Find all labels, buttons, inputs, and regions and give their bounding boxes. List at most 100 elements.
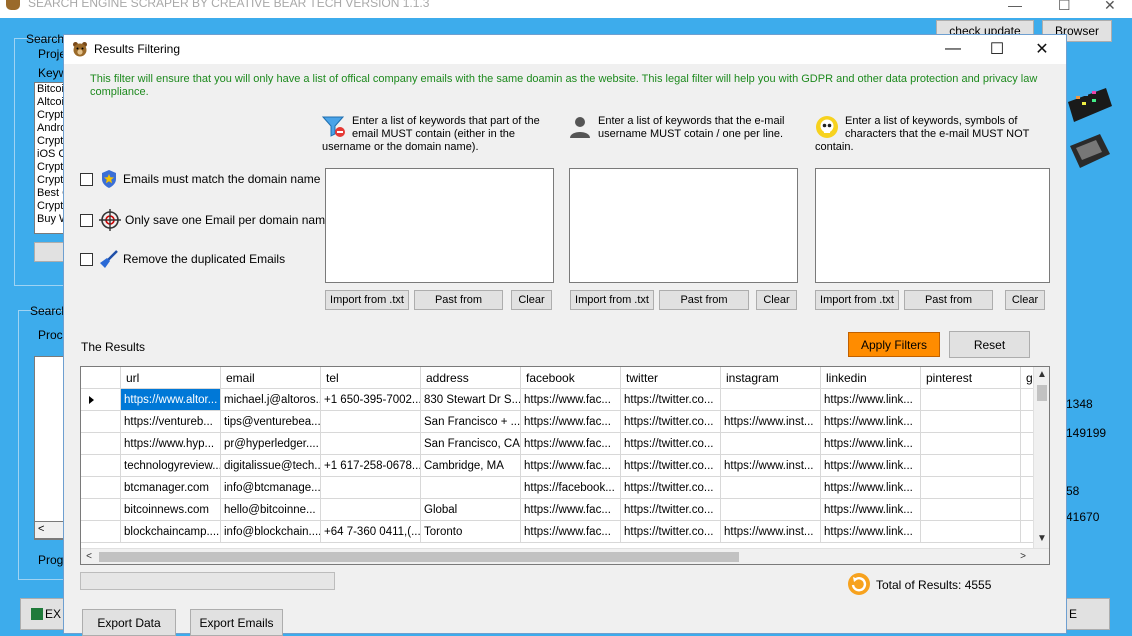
paste-button[interactable]: Past from: [659, 290, 749, 310]
table-row[interactable]: blockchaincamp.... info@blockchain.... +64…: [81, 521, 1049, 543]
import-txt-button[interactable]: Import from .txt: [570, 290, 654, 310]
bg-panel-button[interactable]: [34, 242, 64, 262]
keyword-list-item[interactable]: Crypto: [35, 174, 65, 187]
one-email-per-domain-option[interactable]: Only save one Email per domain name: [80, 209, 332, 231]
table-cell-twitter[interactable]: https://twitter.co...: [621, 433, 721, 455]
table-cell-url[interactable]: blockchaincamp....: [121, 521, 221, 543]
process-list[interactable]: [34, 356, 64, 540]
table-cell-facebook[interactable]: https://www.fac...: [521, 433, 621, 455]
table-cell-linkedin[interactable]: https://www.link...: [821, 411, 921, 433]
scroll-left-icon[interactable]: <: [81, 549, 97, 564]
export-excel-button[interactable]: EX: [20, 598, 64, 630]
keyword-list-item[interactable]: Best C: [35, 187, 65, 200]
table-cell-address[interactable]: [421, 477, 521, 499]
table-cell-twitter[interactable]: https://twitter.co...: [621, 389, 721, 411]
column-header-address[interactable]: address: [421, 367, 521, 389]
row-header[interactable]: [81, 477, 121, 499]
vertical-scroll-thumb[interactable]: [1037, 385, 1047, 401]
table-cell-tel[interactable]: [321, 433, 421, 455]
scroll-right-icon[interactable]: >: [1015, 549, 1031, 564]
row-header[interactable]: [81, 389, 121, 411]
reset-button[interactable]: Reset: [949, 331, 1030, 358]
table-cell-tel[interactable]: [321, 499, 421, 521]
table-cell-pinterest[interactable]: [921, 499, 1021, 521]
horizontal-scroll-thumb[interactable]: [99, 552, 739, 562]
clear-button[interactable]: Clear: [511, 290, 552, 310]
table-cell-address[interactable]: Toronto: [421, 521, 521, 543]
close-icon[interactable]: ✕: [1020, 37, 1064, 61]
table-cell-email[interactable]: michael.j@altoros...: [221, 389, 321, 411]
table-cell-pinterest[interactable]: [921, 477, 1021, 499]
table-cell-tel[interactable]: [321, 477, 421, 499]
table-cell-linkedin[interactable]: https://www.link...: [821, 455, 921, 477]
minimize-icon[interactable]: —: [931, 37, 975, 61]
table-cell-url[interactable]: bitcoinnews.com: [121, 499, 221, 521]
column-header-pinterest[interactable]: pinterest: [921, 367, 1021, 389]
table-cell-facebook[interactable]: https://facebook...: [521, 477, 621, 499]
keyword-list-item[interactable]: iOS C: [35, 148, 65, 161]
table-cell-facebook[interactable]: https://www.fac...: [521, 389, 621, 411]
table-cell-linkedin[interactable]: https://www.link...: [821, 433, 921, 455]
table-cell-pinterest[interactable]: [921, 521, 1021, 543]
table-cell-instagram[interactable]: [721, 477, 821, 499]
paste-button[interactable]: Past from: [414, 290, 503, 310]
close-icon[interactable]: ✕: [1104, 0, 1116, 14]
table-cell-linkedin[interactable]: https://www.link...: [821, 477, 921, 499]
keyword-list-item[interactable]: Crypto: [35, 135, 65, 148]
table-cell-pinterest[interactable]: [921, 411, 1021, 433]
maximize-icon[interactable]: ☐: [975, 37, 1019, 61]
table-cell-url[interactable]: https://www.hyp...: [121, 433, 221, 455]
table-cell-facebook[interactable]: https://www.fac...: [521, 521, 621, 543]
column-header-twitter[interactable]: twitter: [621, 367, 721, 389]
table-cell-linkedin[interactable]: https://www.link...: [821, 499, 921, 521]
table-cell-email[interactable]: info@blockchain....: [221, 521, 321, 543]
column-header-facebook[interactable]: facebook: [521, 367, 621, 389]
table-cell-tel[interactable]: +1 650-395-7002...: [321, 389, 421, 411]
row-header[interactable]: [81, 433, 121, 455]
table-cell-instagram[interactable]: https://www.inst...: [721, 521, 821, 543]
one-email-per-domain-checkbox[interactable]: [80, 213, 93, 227]
table-cell-instagram[interactable]: [721, 433, 821, 455]
results-table[interactable]: url email tel address facebook twitter i…: [80, 366, 1050, 565]
maximize-icon[interactable]: ☐: [1058, 0, 1071, 14]
table-cell-address[interactable]: San Francisco + ...: [421, 411, 521, 433]
table-cell-instagram[interactable]: [721, 499, 821, 521]
table-cell-url[interactable]: https://www.altor...: [121, 389, 221, 411]
table-cell-twitter[interactable]: https://twitter.co...: [621, 521, 721, 543]
export-emails-button[interactable]: Export Emails: [190, 609, 283, 636]
table-cell-twitter[interactable]: https://twitter.co...: [621, 455, 721, 477]
domain-match-checkbox[interactable]: [80, 172, 93, 186]
process-list-hscroll[interactable]: <: [34, 521, 64, 539]
domain-match-option[interactable]: Emails must match the domain name: [80, 169, 320, 189]
scroll-down-icon[interactable]: ▼: [1034, 531, 1049, 547]
table-vertical-scrollbar[interactable]: ▲ ▼: [1033, 367, 1049, 548]
minimize-icon[interactable]: —: [1008, 0, 1022, 13]
remove-duplicates-checkbox[interactable]: [80, 252, 93, 266]
table-row[interactable]: technologyreview... digitalissue@tech... +…: [81, 455, 1049, 477]
keyword-list-item[interactable]: Crypto: [35, 200, 65, 213]
paste-button[interactable]: Past from: [904, 290, 993, 310]
row-header[interactable]: [81, 499, 121, 521]
column-header-url[interactable]: url: [121, 367, 221, 389]
table-cell-facebook[interactable]: https://www.fac...: [521, 499, 621, 521]
column-header-email[interactable]: email: [221, 367, 321, 389]
username-keywords-input[interactable]: [569, 168, 798, 283]
table-cell-linkedin[interactable]: https://www.link...: [821, 521, 921, 543]
table-cell-address[interactable]: 830 Stewart Dr S...: [421, 389, 521, 411]
must-not-contain-keywords-input[interactable]: [815, 168, 1050, 283]
table-cell-email[interactable]: info@btcmanage...: [221, 477, 321, 499]
table-cell-email[interactable]: digitalissue@tech...: [221, 455, 321, 477]
bg-e-button[interactable]: E: [1066, 598, 1110, 630]
table-cell-facebook[interactable]: https://www.fac...: [521, 455, 621, 477]
scroll-left-icon[interactable]: <: [38, 523, 44, 535]
import-txt-button[interactable]: Import from .txt: [815, 290, 899, 310]
table-cell-url[interactable]: technologyreview...: [121, 455, 221, 477]
column-header-linkedin[interactable]: linkedin: [821, 367, 921, 389]
table-row[interactable]: https://ventureb... tips@venturebea... San…: [81, 411, 1049, 433]
table-cell-twitter[interactable]: https://twitter.co...: [621, 411, 721, 433]
table-row[interactable]: https://www.altor... michael.j@altoros...…: [81, 389, 1049, 411]
table-cell-address[interactable]: San Francisco, CA: [421, 433, 521, 455]
table-cell-address[interactable]: Global: [421, 499, 521, 521]
keyword-list-item[interactable]: Buy W: [35, 213, 65, 226]
clear-button[interactable]: Clear: [756, 290, 797, 310]
